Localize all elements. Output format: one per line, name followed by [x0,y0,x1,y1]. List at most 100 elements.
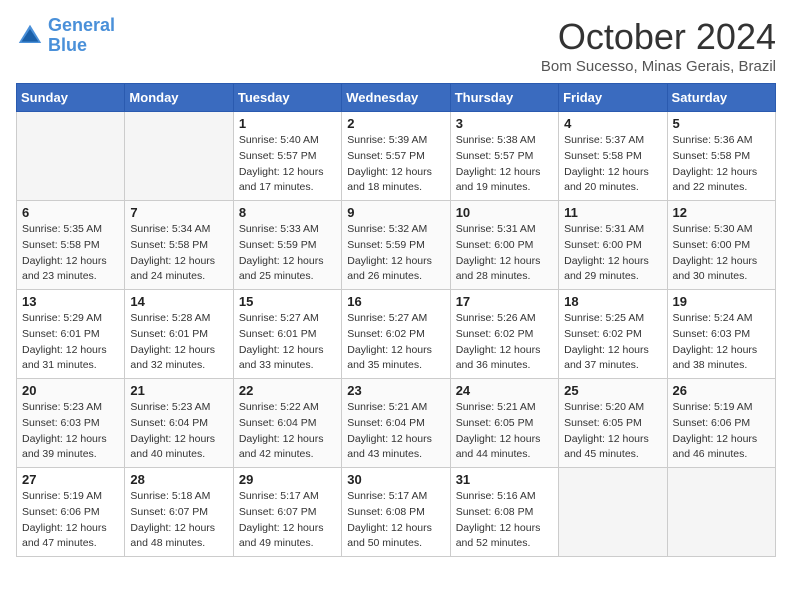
week-row: 1 Sunrise: 5:40 AM Sunset: 5:57 PM Dayli… [17,112,776,201]
calendar-cell: 16 Sunrise: 5:27 AM Sunset: 6:02 PM Dayl… [342,290,450,379]
calendar-cell: 19 Sunrise: 5:24 AM Sunset: 6:03 PM Dayl… [667,290,775,379]
day-info: Sunrise: 5:21 AM Sunset: 6:04 PM Dayligh… [347,400,444,463]
calendar-cell: 22 Sunrise: 5:22 AM Sunset: 6:04 PM Dayl… [233,379,341,468]
calendar-cell: 10 Sunrise: 5:31 AM Sunset: 6:00 PM Dayl… [450,201,558,290]
day-number: 19 [673,294,770,309]
calendar-cell: 28 Sunrise: 5:18 AM Sunset: 6:07 PM Dayl… [125,468,233,557]
day-number: 29 [239,472,336,487]
day-number: 21 [130,383,227,398]
day-info: Sunrise: 5:39 AM Sunset: 5:57 PM Dayligh… [347,133,444,196]
day-number: 20 [22,383,119,398]
day-info: Sunrise: 5:26 AM Sunset: 6:02 PM Dayligh… [456,311,553,374]
logo: General Blue [16,16,115,56]
day-info: Sunrise: 5:37 AM Sunset: 5:58 PM Dayligh… [564,133,661,196]
day-info: Sunrise: 5:16 AM Sunset: 6:08 PM Dayligh… [456,489,553,552]
logo-icon [16,22,44,50]
col-header-monday: Monday [125,84,233,112]
day-info: Sunrise: 5:28 AM Sunset: 6:01 PM Dayligh… [130,311,227,374]
day-number: 3 [456,116,553,131]
calendar-cell: 13 Sunrise: 5:29 AM Sunset: 6:01 PM Dayl… [17,290,125,379]
day-number: 22 [239,383,336,398]
calendar-cell: 7 Sunrise: 5:34 AM Sunset: 5:58 PM Dayli… [125,201,233,290]
day-info: Sunrise: 5:17 AM Sunset: 6:08 PM Dayligh… [347,489,444,552]
calendar-cell: 29 Sunrise: 5:17 AM Sunset: 6:07 PM Dayl… [233,468,341,557]
week-row: 20 Sunrise: 5:23 AM Sunset: 6:03 PM Dayl… [17,379,776,468]
day-info: Sunrise: 5:35 AM Sunset: 5:58 PM Dayligh… [22,222,119,285]
day-info: Sunrise: 5:27 AM Sunset: 6:01 PM Dayligh… [239,311,336,374]
calendar-cell: 31 Sunrise: 5:16 AM Sunset: 6:08 PM Dayl… [450,468,558,557]
calendar-cell [17,112,125,201]
calendar-cell: 6 Sunrise: 5:35 AM Sunset: 5:58 PM Dayli… [17,201,125,290]
day-number: 28 [130,472,227,487]
col-header-friday: Friday [559,84,667,112]
day-number: 11 [564,205,661,220]
logo-blue: Blue [48,35,87,55]
month-title: October 2024 [541,16,776,58]
day-info: Sunrise: 5:24 AM Sunset: 6:03 PM Dayligh… [673,311,770,374]
day-number: 6 [22,205,119,220]
day-info: Sunrise: 5:29 AM Sunset: 6:01 PM Dayligh… [22,311,119,374]
day-number: 24 [456,383,553,398]
calendar-cell: 5 Sunrise: 5:36 AM Sunset: 5:58 PM Dayli… [667,112,775,201]
week-row: 13 Sunrise: 5:29 AM Sunset: 6:01 PM Dayl… [17,290,776,379]
calendar-cell: 27 Sunrise: 5:19 AM Sunset: 6:06 PM Dayl… [17,468,125,557]
col-header-saturday: Saturday [667,84,775,112]
day-number: 8 [239,205,336,220]
day-info: Sunrise: 5:19 AM Sunset: 6:06 PM Dayligh… [22,489,119,552]
calendar-cell: 24 Sunrise: 5:21 AM Sunset: 6:05 PM Dayl… [450,379,558,468]
day-of-week-row: SundayMondayTuesdayWednesdayThursdayFrid… [17,84,776,112]
day-number: 7 [130,205,227,220]
day-info: Sunrise: 5:20 AM Sunset: 6:05 PM Dayligh… [564,400,661,463]
day-number: 4 [564,116,661,131]
day-info: Sunrise: 5:31 AM Sunset: 6:00 PM Dayligh… [456,222,553,285]
col-header-tuesday: Tuesday [233,84,341,112]
day-number: 13 [22,294,119,309]
calendar-cell: 8 Sunrise: 5:33 AM Sunset: 5:59 PM Dayli… [233,201,341,290]
day-number: 18 [564,294,661,309]
day-info: Sunrise: 5:30 AM Sunset: 6:00 PM Dayligh… [673,222,770,285]
calendar-cell: 4 Sunrise: 5:37 AM Sunset: 5:58 PM Dayli… [559,112,667,201]
day-info: Sunrise: 5:33 AM Sunset: 5:59 PM Dayligh… [239,222,336,285]
day-number: 16 [347,294,444,309]
calendar-cell: 15 Sunrise: 5:27 AM Sunset: 6:01 PM Dayl… [233,290,341,379]
day-info: Sunrise: 5:31 AM Sunset: 6:00 PM Dayligh… [564,222,661,285]
day-info: Sunrise: 5:23 AM Sunset: 6:04 PM Dayligh… [130,400,227,463]
calendar-table: SundayMondayTuesdayWednesdayThursdayFrid… [16,83,776,557]
day-number: 31 [456,472,553,487]
calendar-cell [667,468,775,557]
day-info: Sunrise: 5:32 AM Sunset: 5:59 PM Dayligh… [347,222,444,285]
calendar-cell [125,112,233,201]
day-number: 26 [673,383,770,398]
day-number: 5 [673,116,770,131]
calendar-cell: 21 Sunrise: 5:23 AM Sunset: 6:04 PM Dayl… [125,379,233,468]
calendar-cell: 30 Sunrise: 5:17 AM Sunset: 6:08 PM Dayl… [342,468,450,557]
day-number: 23 [347,383,444,398]
day-number: 10 [456,205,553,220]
day-number: 12 [673,205,770,220]
calendar-cell: 18 Sunrise: 5:25 AM Sunset: 6:02 PM Dayl… [559,290,667,379]
calendar-cell: 2 Sunrise: 5:39 AM Sunset: 5:57 PM Dayli… [342,112,450,201]
calendar-cell: 14 Sunrise: 5:28 AM Sunset: 6:01 PM Dayl… [125,290,233,379]
col-header-thursday: Thursday [450,84,558,112]
day-info: Sunrise: 5:17 AM Sunset: 6:07 PM Dayligh… [239,489,336,552]
day-info: Sunrise: 5:23 AM Sunset: 6:03 PM Dayligh… [22,400,119,463]
day-number: 14 [130,294,227,309]
calendar-cell: 1 Sunrise: 5:40 AM Sunset: 5:57 PM Dayli… [233,112,341,201]
calendar-cell: 9 Sunrise: 5:32 AM Sunset: 5:59 PM Dayli… [342,201,450,290]
calendar-cell: 20 Sunrise: 5:23 AM Sunset: 6:03 PM Dayl… [17,379,125,468]
day-info: Sunrise: 5:22 AM Sunset: 6:04 PM Dayligh… [239,400,336,463]
calendar-cell: 3 Sunrise: 5:38 AM Sunset: 5:57 PM Dayli… [450,112,558,201]
calendar-cell: 17 Sunrise: 5:26 AM Sunset: 6:02 PM Dayl… [450,290,558,379]
calendar-cell: 25 Sunrise: 5:20 AM Sunset: 6:05 PM Dayl… [559,379,667,468]
day-number: 30 [347,472,444,487]
day-info: Sunrise: 5:18 AM Sunset: 6:07 PM Dayligh… [130,489,227,552]
location-title: Bom Sucesso, Minas Gerais, Brazil [541,58,776,75]
day-number: 17 [456,294,553,309]
day-info: Sunrise: 5:36 AM Sunset: 5:58 PM Dayligh… [673,133,770,196]
calendar-cell: 26 Sunrise: 5:19 AM Sunset: 6:06 PM Dayl… [667,379,775,468]
day-number: 27 [22,472,119,487]
day-info: Sunrise: 5:34 AM Sunset: 5:58 PM Dayligh… [130,222,227,285]
day-info: Sunrise: 5:40 AM Sunset: 5:57 PM Dayligh… [239,133,336,196]
day-number: 1 [239,116,336,131]
calendar-body: 1 Sunrise: 5:40 AM Sunset: 5:57 PM Dayli… [17,112,776,557]
